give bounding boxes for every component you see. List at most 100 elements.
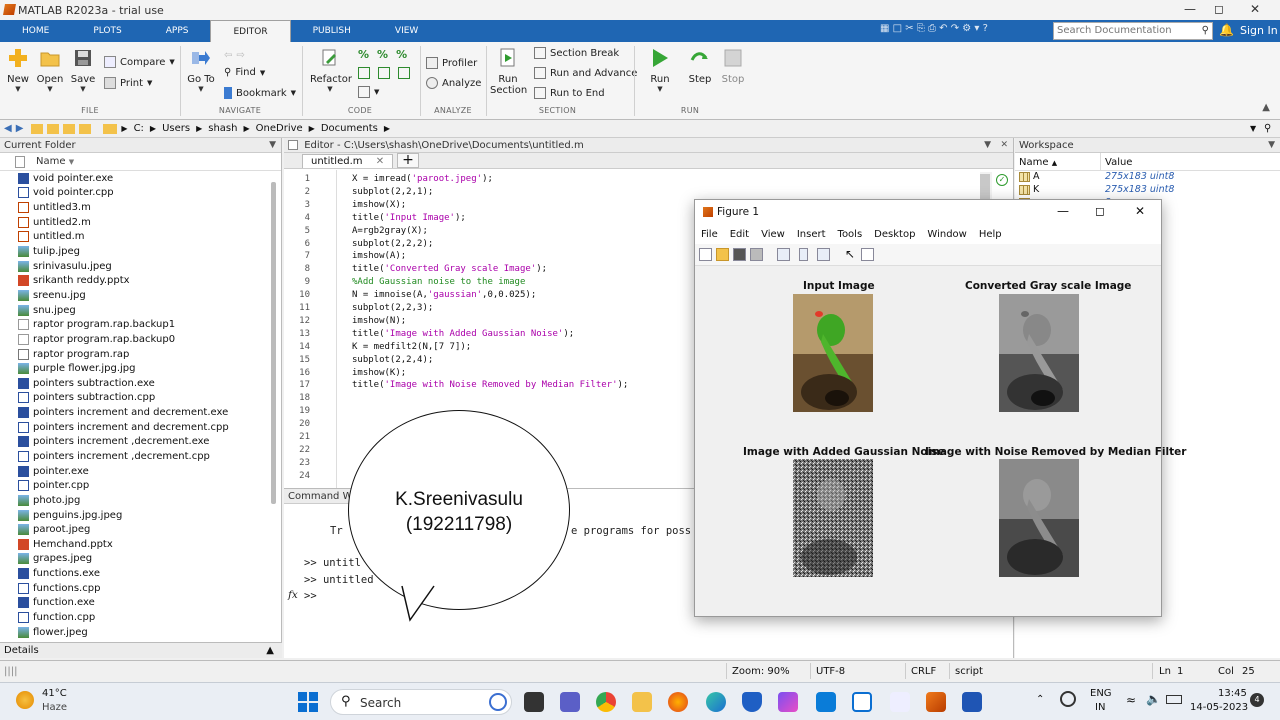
comment-icon[interactable]: % — [358, 48, 369, 61]
file-list-item[interactable]: srikanth reddy.pptx — [0, 273, 281, 288]
lang-region[interactable]: IN — [1095, 702, 1105, 713]
forward-icon[interactable]: ▶ — [16, 123, 24, 134]
file-list-item[interactable]: untitled2.m — [0, 215, 281, 230]
goto-button[interactable]: Go To ▼ — [186, 48, 216, 93]
file-list-item[interactable]: untitled.m — [0, 230, 281, 245]
save-figure-icon[interactable] — [733, 248, 746, 261]
minimize-button[interactable]: — — [1175, 2, 1205, 16]
refactor-button[interactable]: Refactor ▼ — [310, 48, 352, 93]
step-button[interactable]: Step — [686, 48, 714, 85]
open-button[interactable]: Open ▼ — [36, 48, 64, 93]
lang-code[interactable]: ENG — [1090, 688, 1112, 699]
file-list-item[interactable]: flower.jpeg — [0, 625, 281, 640]
figure-minimize-button[interactable]: — — [1057, 204, 1069, 218]
tab-publish[interactable]: PUBLISH — [291, 20, 373, 42]
open-file-icon[interactable] — [716, 248, 729, 261]
save-button[interactable]: Save ▼ — [70, 48, 96, 93]
print-figure-icon[interactable] — [750, 248, 763, 261]
file-list-item[interactable]: tulip.jpeg — [0, 244, 281, 259]
maximize-button[interactable]: ◻ — [1204, 2, 1234, 16]
print-button[interactable]: Print ▼ — [104, 77, 152, 89]
run-section-button[interactable]: Run Section — [490, 48, 527, 96]
tray-app-icon[interactable] — [1060, 691, 1076, 707]
raptor-icon[interactable] — [890, 692, 910, 712]
battery-icon[interactable] — [1166, 695, 1182, 704]
address-search-icon[interactable]: ⚲ — [1264, 123, 1271, 134]
menu-edit[interactable]: Edit — [724, 229, 755, 240]
back-icon[interactable]: ◀ — [4, 123, 12, 134]
file-list-item[interactable]: raptor program.rap.backup1 — [0, 317, 281, 332]
figure-close-button[interactable]: ✕ — [1135, 204, 1145, 218]
workspace-row[interactable]: A 275x183 uint8 — [1015, 171, 1280, 184]
file-list-item[interactable]: pointers subtraction.cpp — [0, 391, 281, 406]
menu-window[interactable]: Window — [921, 229, 972, 240]
open-folder-icon[interactable] — [63, 123, 76, 134]
code-tools-row3[interactable]: ▼ — [358, 86, 379, 98]
word-icon[interactable] — [962, 692, 982, 712]
file-list-item[interactable]: grapes.jpeg — [0, 552, 281, 567]
command-prompt[interactable]: >> — [304, 590, 317, 602]
back-arrow-icon[interactable]: ⇦ — [224, 50, 232, 61]
editor-menu-icon[interactable]: ▼ — [984, 138, 991, 153]
breadcrumb-users[interactable]: Users — [162, 123, 190, 134]
run-and-advance-button[interactable]: Run and Advance — [534, 67, 637, 79]
details-expand-icon[interactable]: ▲ — [266, 643, 274, 658]
volume-icon[interactable]: 🔈 — [1146, 692, 1161, 706]
pointer-icon[interactable]: ↖ — [845, 247, 855, 261]
browse-folder-icon[interactable] — [47, 123, 60, 134]
tab-home[interactable]: HOME — [0, 20, 71, 42]
edge-icon[interactable] — [706, 692, 726, 712]
menu-insert[interactable]: Insert — [791, 229, 832, 240]
breadcrumb-documents[interactable]: Documents — [321, 123, 378, 134]
decrease-indent-icon[interactable] — [398, 67, 410, 79]
new-tab-button[interactable]: + — [397, 153, 419, 168]
menu-help[interactable]: Help — [973, 229, 1008, 240]
file-list-item[interactable]: penguins.jpg.jpeg — [0, 508, 281, 523]
run-button[interactable]: Run ▼ — [646, 48, 674, 93]
tab-editor[interactable]: EDITOR — [210, 20, 291, 42]
new-figure-icon[interactable] — [699, 248, 712, 261]
taskbar-search-box[interactable]: ⚲ Search — [330, 689, 512, 715]
file-list-item[interactable]: pointers increment and decrement.exe — [0, 405, 281, 420]
quick-access-icons[interactable]: ▦ □ ✂ ⎘ ⎙ ↶ ↷ ⚙ ▾ ? — [880, 23, 988, 34]
file-list-item[interactable]: pointers increment ,decrement.exe — [0, 435, 281, 450]
photos-icon[interactable] — [852, 692, 872, 712]
back-forward-arrows[interactable]: ⇦ ⇨ — [224, 50, 245, 61]
file-list-item[interactable]: purple flower.jpg.jpg — [0, 361, 281, 376]
tab-close-icon[interactable]: ✕ — [376, 156, 384, 167]
weather-desc[interactable]: Haze — [42, 702, 67, 713]
close-button[interactable]: ✕ — [1240, 2, 1270, 16]
stop-button[interactable]: Stop — [720, 48, 746, 85]
file-list-item[interactable]: pointer.exe — [0, 464, 281, 479]
file-list-item[interactable]: snu.jpeg — [0, 303, 281, 318]
menu-view[interactable]: View — [755, 229, 791, 240]
file-list-item[interactable]: void pointer.exe — [0, 171, 281, 186]
legend-icon[interactable] — [817, 248, 830, 261]
firefox-icon[interactable] — [668, 692, 688, 712]
wifi-icon[interactable]: ≈ — [1126, 693, 1136, 707]
file-list-item[interactable]: function.exe — [0, 596, 281, 611]
file-list-item[interactable]: pointers subtraction.exe — [0, 376, 281, 391]
notification-badge[interactable]: 4 — [1250, 693, 1264, 707]
name-column-header[interactable]: Name ▼ — [0, 153, 281, 171]
figure-maximize-button[interactable]: ◻ — [1095, 204, 1105, 218]
code-tools-row2[interactable] — [358, 67, 410, 79]
editor-close-icon[interactable]: ✕ — [1000, 138, 1008, 153]
menu-tools[interactable]: Tools — [832, 229, 869, 240]
breadcrumb-shash[interactable]: shash — [208, 123, 237, 134]
matlab-taskbar-icon[interactable] — [926, 692, 946, 712]
new-button[interactable]: New ▼ — [6, 48, 30, 93]
file-list-item[interactable]: raptor program.rap — [0, 347, 281, 362]
ribbon-collapse-icon[interactable]: ▲ — [1262, 102, 1270, 113]
store-icon[interactable] — [816, 692, 836, 712]
task-view-icon[interactable] — [524, 692, 544, 712]
teams-chat-icon[interactable] — [560, 692, 580, 712]
profiler-button[interactable]: Profiler — [426, 57, 477, 69]
bookmark-button[interactable]: Bookmark ▼ — [224, 87, 296, 99]
increase-indent-icon[interactable] — [378, 67, 390, 79]
workspace-value-header[interactable]: Value — [1105, 157, 1132, 168]
chrome-icon[interactable] — [596, 692, 616, 712]
link-plot-icon[interactable] — [777, 248, 790, 261]
file-list-item[interactable]: untitled3.m — [0, 200, 281, 215]
forward-arrow-icon[interactable]: ⇨ — [236, 50, 244, 61]
